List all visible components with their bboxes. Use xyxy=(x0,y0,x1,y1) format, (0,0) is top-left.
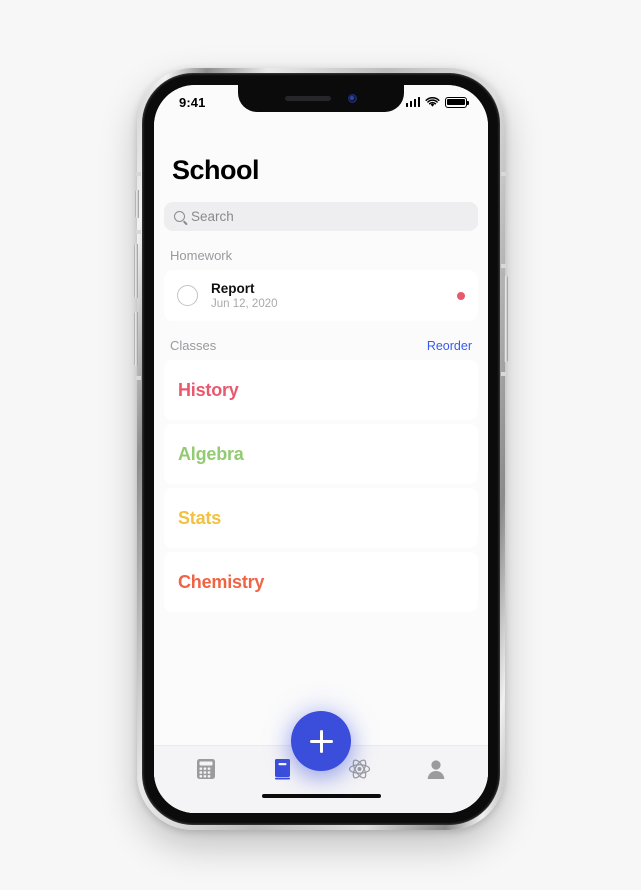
home-indicator-area xyxy=(154,791,488,813)
class-item[interactable]: Algebra xyxy=(164,424,478,484)
battery-icon xyxy=(445,96,469,108)
tab-classes[interactable] xyxy=(267,754,299,784)
notch xyxy=(238,85,404,112)
status-time: 9:41 xyxy=(179,94,206,110)
antenna-band xyxy=(501,372,506,376)
homework-title: Report xyxy=(211,281,255,296)
power-button[interactable] xyxy=(504,276,508,362)
antenna-band xyxy=(136,376,141,380)
earpiece-speaker-icon xyxy=(285,96,331,101)
reorder-button[interactable]: Reorder xyxy=(427,339,472,353)
tab-calculator[interactable] xyxy=(190,754,222,784)
class-name: Stats xyxy=(178,507,222,528)
tab-science[interactable] xyxy=(343,754,375,784)
front-camera-icon xyxy=(348,94,357,103)
bottom-bar xyxy=(154,711,488,813)
volume-up-button[interactable] xyxy=(134,244,138,298)
tab-profile[interactable] xyxy=(420,754,452,784)
antenna-band xyxy=(136,230,141,234)
mute-switch[interactable] xyxy=(135,190,139,218)
homework-section-header: Homework xyxy=(164,248,478,263)
class-item[interactable]: Stats xyxy=(164,488,478,548)
wifi-icon xyxy=(425,96,440,107)
volume-down-button[interactable] xyxy=(134,312,138,366)
class-name: Chemistry xyxy=(178,571,265,592)
book-icon xyxy=(275,758,291,779)
page-title: School xyxy=(172,155,260,185)
classes-list: History Algebra Stats Chemistry xyxy=(164,360,478,612)
classes-section-header: Classes Reorder xyxy=(164,338,478,353)
screenshot-stage: 9:41 School Search Homework Report Jun 1… xyxy=(0,0,641,890)
antenna-band xyxy=(501,264,506,268)
home-indicator[interactable] xyxy=(261,794,381,798)
homework-text: Report Jun 12, 2020 xyxy=(211,281,457,310)
phone-screen: 9:41 School Search Homework Report Jun 1… xyxy=(154,85,488,813)
search-icon xyxy=(174,211,185,222)
cellular-signal-icon xyxy=(405,97,420,107)
antenna-band xyxy=(501,172,506,176)
calculator-icon xyxy=(197,758,216,779)
homework-date: Jun 12, 2020 xyxy=(211,298,278,310)
homework-status-dot xyxy=(457,291,465,300)
status-indicators xyxy=(405,96,469,108)
phone-bezel: 9:41 School Search Homework Report Jun 1… xyxy=(142,73,500,825)
search-placeholder: Search xyxy=(191,209,234,224)
homework-checkbox[interactable] xyxy=(177,285,198,306)
class-item[interactable]: History xyxy=(164,360,478,420)
class-name: Algebra xyxy=(178,443,244,464)
classes-section-title: Classes xyxy=(170,338,217,353)
phone-device: 9:41 School Search Homework Report Jun 1… xyxy=(134,68,508,830)
antenna-band xyxy=(136,172,141,176)
search-input[interactable]: Search xyxy=(164,202,478,231)
atom-icon xyxy=(348,758,370,779)
class-name: History xyxy=(178,379,239,400)
add-button[interactable] xyxy=(291,711,351,771)
class-item[interactable]: Chemistry xyxy=(164,552,478,612)
homework-item[interactable]: Report Jun 12, 2020 xyxy=(164,270,478,321)
school-app: School Search Homework Report Jun 12, 20… xyxy=(154,85,488,813)
app-scroll-area[interactable]: School Search Homework Report Jun 12, 20… xyxy=(154,85,488,745)
homework-section-title: Homework xyxy=(170,248,233,263)
person-icon xyxy=(427,759,445,779)
